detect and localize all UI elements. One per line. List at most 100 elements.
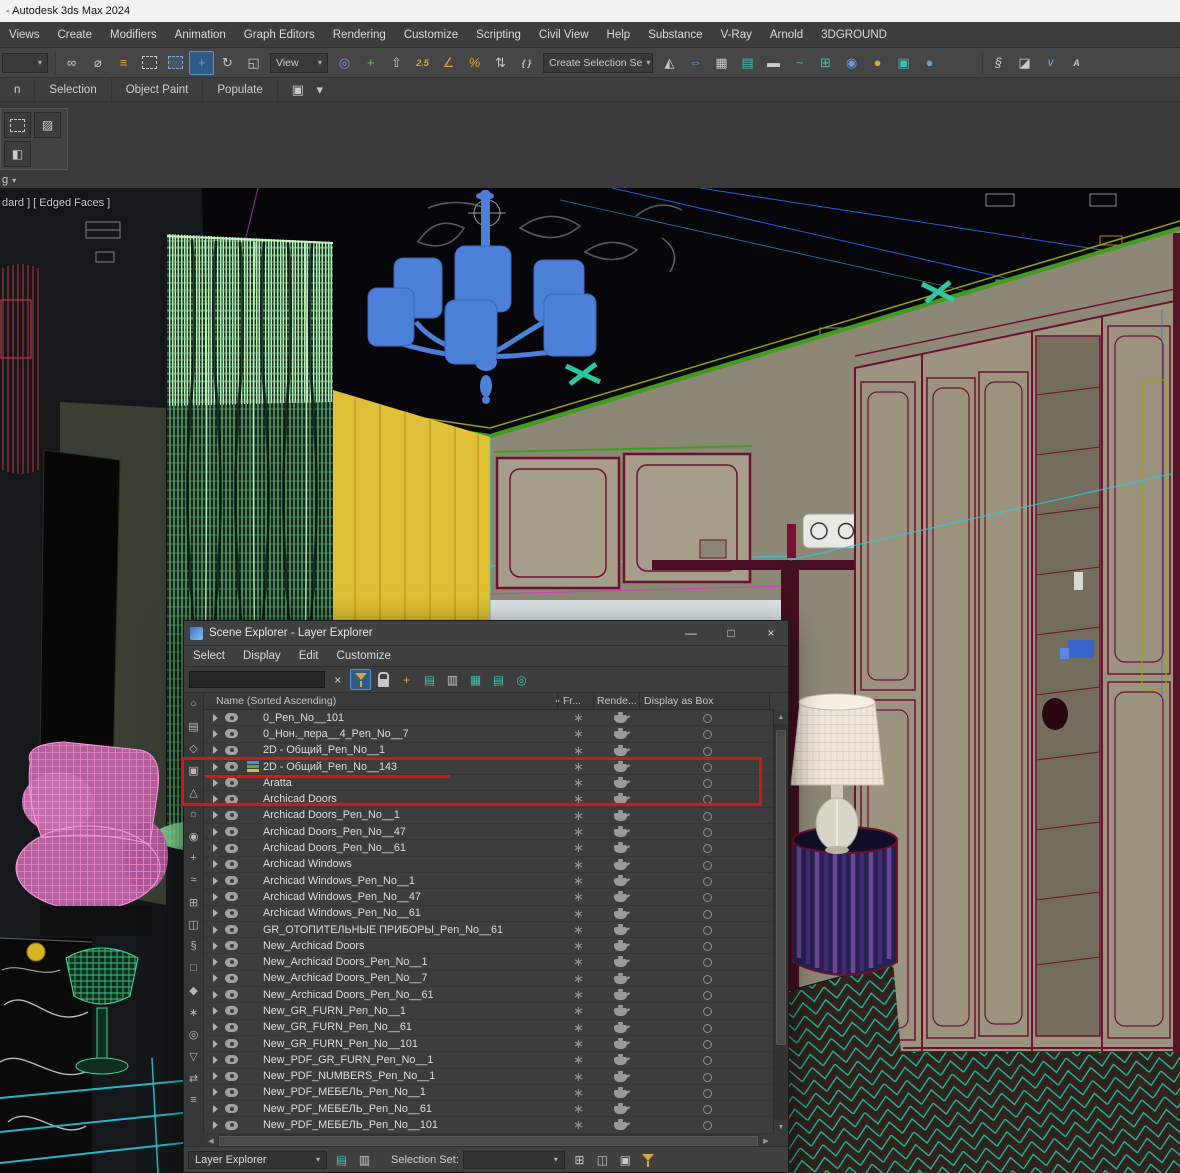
- display-as-box-icon[interactable]: [703, 1121, 712, 1131]
- renderable-teapot-icon[interactable]: [614, 777, 627, 789]
- visibility-eye-icon[interactable]: [225, 1087, 238, 1097]
- renderable-teapot-icon[interactable]: [614, 940, 627, 952]
- ribbon-tab[interactable]: Selection: [35, 78, 112, 101]
- reference-coordinate-dropdown[interactable]: View ▾: [270, 52, 328, 73]
- expand-arrow-icon[interactable]: [213, 778, 218, 787]
- frozen-snowflake-icon[interactable]: [573, 938, 584, 954]
- mirror-icon[interactable]: ◭: [657, 51, 682, 75]
- layer-row[interactable]: New_GR_FURN_Pen_No__61: [204, 1020, 775, 1036]
- column-header-row[interactable]: Name (Sorted Ascending) ▲ Fr... Rende...…: [204, 693, 773, 710]
- select-by-set-icon[interactable]: ▣: [615, 1150, 636, 1170]
- frozen-snowflake-icon[interactable]: [573, 840, 584, 856]
- layer-row[interactable]: New_GR_FURN_Pen_No__1: [204, 1003, 775, 1020]
- visibility-eye-icon[interactable]: [225, 990, 238, 1000]
- visibility-eye-icon[interactable]: [225, 762, 238, 772]
- expand-arrow-icon[interactable]: [213, 729, 218, 738]
- layer-row[interactable]: 2D - Общий_Pen_No__143: [204, 759, 775, 776]
- visibility-eye-icon[interactable]: [225, 778, 238, 788]
- viewport-label[interactable]: dard ] [ Edged Faces ]: [2, 197, 110, 209]
- scroll-down-icon[interactable]: ▼: [774, 1120, 788, 1134]
- visibility-eye-icon[interactable]: [225, 957, 238, 967]
- toggle-scene-explorer-icon[interactable]: ▦: [709, 51, 734, 75]
- display-shapes-icon[interactable]: △: [187, 785, 201, 799]
- visibility-eye-icon[interactable]: [225, 843, 238, 853]
- column-render[interactable]: Rende...: [597, 695, 637, 707]
- display-as-box-icon[interactable]: [703, 1007, 712, 1017]
- paint-deform-icon[interactable]: ▨: [34, 112, 61, 138]
- minimize-button[interactable]: —: [674, 621, 708, 646]
- visibility-eye-icon[interactable]: [225, 827, 238, 837]
- visibility-eye-icon[interactable]: [225, 941, 238, 951]
- display-as-box-icon[interactable]: [703, 991, 712, 1001]
- layer-row[interactable]: 0_Pen_No__101: [204, 710, 775, 727]
- layer-row[interactable]: New_PDF_МЕБЕЛЬ_Pen_No__61: [204, 1101, 775, 1118]
- expand-arrow-icon[interactable]: [213, 876, 218, 885]
- visibility-eye-icon[interactable]: [225, 810, 238, 820]
- scrollbar-thumb[interactable]: [219, 1136, 758, 1146]
- frozen-snowflake-icon[interactable]: [573, 954, 584, 970]
- column-name[interactable]: Name (Sorted Ascending): [216, 695, 336, 707]
- menu-item[interactable]: Help: [598, 29, 640, 41]
- vertical-scrollbar[interactable]: ▲ ▼: [773, 710, 788, 1134]
- renderable-teapot-icon[interactable]: [614, 923, 627, 935]
- dialog-menu-item[interactable]: Select: [184, 650, 234, 662]
- scroll-up-icon[interactable]: ▲: [774, 710, 788, 724]
- angle-snap-toggle-icon[interactable]: ∠: [436, 51, 461, 75]
- display-lights-icon[interactable]: ☼: [187, 807, 201, 821]
- renderable-teapot-icon[interactable]: [614, 760, 627, 772]
- visibility-eye-icon[interactable]: [225, 1120, 238, 1130]
- renderable-teapot-icon[interactable]: [614, 744, 627, 756]
- renderable-teapot-icon[interactable]: [614, 1021, 627, 1033]
- expand-arrow-icon[interactable]: [213, 844, 218, 853]
- display-as-box-icon[interactable]: [703, 779, 712, 789]
- display-as-box-icon[interactable]: [703, 974, 712, 984]
- frozen-snowflake-icon[interactable]: [573, 710, 584, 726]
- menu-item[interactable]: V-Ray: [712, 29, 761, 41]
- display-frozen-icon[interactable]: ∗: [187, 1005, 201, 1019]
- renderable-teapot-icon[interactable]: [614, 891, 627, 903]
- layer-row[interactable]: New_Archicad Doors: [204, 938, 775, 955]
- expand-arrow-icon[interactable]: [213, 762, 218, 771]
- frozen-snowflake-icon[interactable]: [573, 987, 584, 1003]
- display-as-box-icon[interactable]: [703, 1088, 712, 1098]
- search-input[interactable]: [189, 671, 325, 688]
- visibility-eye-icon[interactable]: [225, 908, 238, 918]
- dialog-titlebar[interactable]: Scene Explorer - Layer Explorer — □ ×: [184, 621, 788, 646]
- display-groups-icon[interactable]: ⊞: [187, 895, 201, 909]
- paint-select-region-icon[interactable]: [4, 112, 31, 138]
- explorer-mode-layers-icon[interactable]: ▤: [331, 1150, 352, 1170]
- render-setup-icon[interactable]: ●: [865, 51, 890, 75]
- ribbon-tab[interactable]: Object Paint: [112, 78, 204, 101]
- menu-item[interactable]: Rendering: [324, 29, 395, 41]
- visibility-eye-icon[interactable]: [225, 1022, 238, 1032]
- expand-arrow-icon[interactable]: [213, 1039, 218, 1048]
- visibility-eye-icon[interactable]: [225, 1006, 238, 1016]
- filter-list-icon[interactable]: ▽: [187, 1049, 201, 1063]
- scrollbar-thumb[interactable]: [776, 730, 786, 1045]
- named-selection-set-dropdown[interactable]: Create Selection Se ▾: [543, 52, 653, 73]
- layer-row[interactable]: GR_ОТОПИТЕЛЬНЫЕ ПРИБОРЫ_Pen_No__61: [204, 922, 775, 939]
- render-production-icon[interactable]: ●: [917, 51, 942, 75]
- frozen-snowflake-icon[interactable]: [573, 1052, 584, 1068]
- display-as-box-icon[interactable]: [703, 958, 712, 968]
- decor-ball[interactable]: [26, 942, 46, 962]
- dialog-menu-item[interactable]: Edit: [290, 650, 328, 662]
- bake-to-texture-icon[interactable]: ◪: [1012, 51, 1037, 75]
- layer-row[interactable]: New_PDF_МЕБЕЛЬ_Pen_No__101: [204, 1117, 775, 1134]
- paint-fill-icon[interactable]: ◧: [4, 141, 31, 167]
- arnold-toolbar-icon[interactable]: A: [1064, 51, 1089, 75]
- expand-arrow-icon[interactable]: [213, 811, 218, 820]
- menu-item[interactable]: Substance: [639, 29, 711, 41]
- explorer-options-icon[interactable]: ▥: [354, 1150, 375, 1170]
- named-sets-window-icon[interactable]: ◫: [592, 1150, 613, 1170]
- renderable-teapot-icon[interactable]: [614, 793, 627, 805]
- ribbon-window-icon[interactable]: ▣: [288, 78, 308, 102]
- panel-caption[interactable]: g ▾: [2, 174, 16, 186]
- layer-row[interactable]: New_Archicad Doors_Pen_No__61: [204, 987, 775, 1004]
- unlink-selection-icon[interactable]: ⌀: [85, 51, 110, 75]
- filter-selection-set-icon[interactable]: [638, 1150, 659, 1170]
- display-bones-icon[interactable]: §: [187, 939, 201, 953]
- layer-row[interactable]: Archicad Doors_Pen_No__47: [204, 824, 775, 841]
- dialog-menu-item[interactable]: Display: [234, 650, 290, 662]
- add-selection-to-highlighted-layer-icon[interactable]: ▥: [442, 669, 463, 690]
